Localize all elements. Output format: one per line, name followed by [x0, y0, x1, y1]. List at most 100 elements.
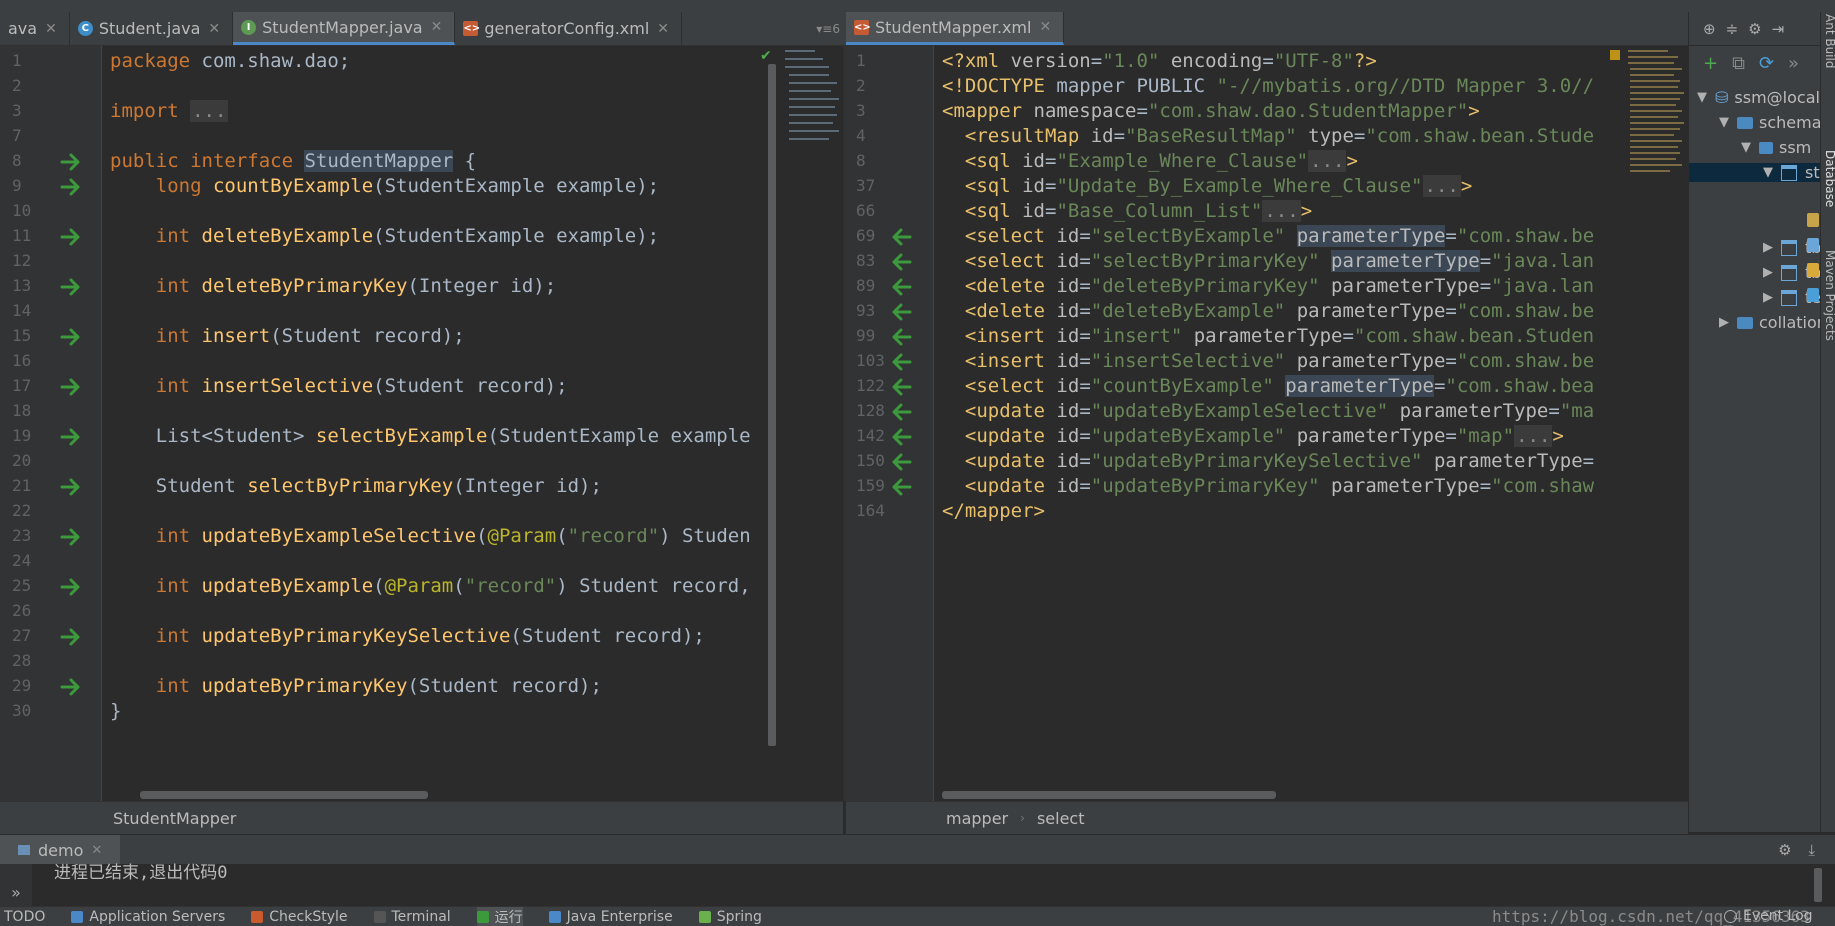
code-line[interactable]: <sql id="Example_Where_Clause"...> [942, 149, 1358, 174]
code-line[interactable]: <mapper namespace="com.shaw.dao.StudentM… [942, 99, 1480, 124]
code-line[interactable]: } [110, 699, 121, 724]
implementation-arrow-icon[interactable] [890, 303, 912, 321]
breadcrumb-item[interactable]: select [1037, 809, 1085, 828]
code-line[interactable]: int updateByExampleSelective(@Param("rec… [110, 524, 751, 549]
tool-window-button[interactable]: 运行 [477, 907, 523, 926]
expand-right-icon[interactable]: ▶ [1763, 265, 1773, 280]
implementation-arrow-icon[interactable] [60, 478, 82, 496]
implementation-arrow-icon[interactable] [60, 428, 82, 446]
code-line[interactable]: <sql id="Base_Column_List"...> [942, 199, 1312, 224]
implementation-arrow-icon[interactable] [60, 678, 82, 696]
gear-icon[interactable]: ⚙ [1778, 841, 1791, 859]
editor-tab[interactable]: CStudent.java✕ [70, 12, 233, 45]
implementation-arrow-icon[interactable] [60, 378, 82, 396]
implementation-arrow-icon[interactable] [890, 453, 912, 471]
code-line[interactable]: int updateByExample(@Param("record") Stu… [110, 574, 751, 599]
expand-icon[interactable]: » [0, 864, 32, 906]
implementation-arrow-icon[interactable] [890, 228, 912, 246]
breadcrumb-item[interactable]: mapper [946, 809, 1008, 828]
maven-projects-tab[interactable]: Maven Projects [1823, 250, 1835, 341]
implementation-arrow-icon[interactable] [60, 578, 82, 596]
expand-down-icon[interactable]: ▼ [1741, 140, 1751, 155]
implementation-arrow-icon[interactable] [890, 353, 912, 371]
code-line[interactable]: <delete id="deleteByPrimaryKey" paramete… [942, 274, 1594, 299]
code-line[interactable]: Student selectByPrimaryKey(Integer id); [110, 474, 602, 499]
close-icon[interactable]: ✕ [431, 19, 443, 35]
code-line[interactable]: <update id="updateByPrimaryKey" paramete… [942, 474, 1594, 499]
close-icon[interactable]: ✕ [45, 21, 57, 37]
left-horizontal-scrollbar[interactable] [140, 791, 428, 799]
minimize-icon[interactable]: ⤓ [1808, 841, 1815, 859]
code-line[interactable]: int deleteByPrimaryKey(Integer id); [110, 274, 556, 299]
add-icon[interactable]: + [1703, 53, 1718, 74]
editor-tab[interactable]: ava✕ [0, 12, 70, 45]
tool-window-button[interactable]: Terminal [374, 909, 451, 925]
implementation-arrow-icon[interactable] [60, 328, 82, 346]
implementation-arrow-icon[interactable] [890, 253, 912, 271]
db-tree-item[interactable]: ▼st [1689, 163, 1821, 182]
db-tree-item[interactable]: ▼schemas [1719, 113, 1821, 132]
tool-window-button[interactable]: Java Enterprise [549, 909, 673, 925]
implementation-arrow-icon[interactable] [60, 278, 82, 296]
expand-right-icon[interactable]: ▶ [1763, 290, 1773, 305]
ant-build-tab[interactable]: Ant Build [1823, 14, 1835, 68]
globe-icon[interactable]: ⊕ [1703, 20, 1716, 38]
close-icon[interactable]: ✕ [208, 21, 220, 37]
expand-down-icon[interactable]: ▼ [1763, 165, 1773, 180]
code-line[interactable]: int deleteByExample(StudentExample examp… [110, 224, 659, 249]
implementation-arrow-icon[interactable] [890, 478, 912, 496]
copy-icon[interactable]: ⧉ [1732, 53, 1745, 74]
code-line[interactable]: <sql id="Update_By_Example_Where_Clause"… [942, 174, 1472, 199]
tool-window-button[interactable]: TODO [4, 909, 45, 925]
code-line[interactable]: long countByExample(StudentExample examp… [110, 174, 659, 199]
code-line[interactable]: <!DOCTYPE mapper PUBLIC "-//mybatis.org/… [942, 74, 1594, 99]
refresh-icon[interactable]: ⟳ [1759, 53, 1774, 74]
close-icon[interactable]: ✕ [657, 21, 669, 37]
code-line[interactable]: int updateByPrimaryKeySelective(Student … [110, 624, 705, 649]
db-tree-item[interactable]: ▶collation [1719, 313, 1821, 332]
code-line[interactable]: <insert id="insertSelective" parameterTy… [942, 349, 1594, 374]
implementation-arrow-icon[interactable] [60, 178, 82, 196]
left-code-editor[interactable]: 1237891011121314151617181920212223242526… [0, 46, 843, 801]
code-line[interactable]: int updateByPrimaryKey(Student record); [110, 674, 602, 699]
output-scrollbar[interactable] [1814, 868, 1822, 902]
right-code-editor[interactable]: 1234837666983899399103122128142150159164… [846, 46, 1688, 801]
editor-tab[interactable]: <>generatorConfig.xml✕ [455, 12, 682, 45]
editor-tab[interactable]: <>StudentMapper.xml✕ [846, 12, 1064, 45]
tool-window-button[interactable]: Application Servers [71, 909, 225, 925]
implementation-arrow-icon[interactable] [60, 228, 82, 246]
implementation-arrow-icon[interactable] [890, 403, 912, 421]
collapse-icon[interactable]: ≑ [1726, 20, 1739, 38]
code-line[interactable]: package com.shaw.dao; [110, 49, 350, 74]
close-icon[interactable]: ✕ [1039, 19, 1051, 35]
code-line[interactable]: <update id="updateByExampleSelective" pa… [942, 399, 1594, 424]
editor-tab[interactable]: IStudentMapper.java✕ [233, 12, 455, 45]
implementation-arrow-icon[interactable] [60, 528, 82, 546]
db-tree-item[interactable]: ▼⛁ssm@locall [1697, 88, 1821, 107]
code-line[interactable]: <select id="countByExample" parameterTyp… [942, 374, 1594, 399]
code-line[interactable]: List<Student> selectByExample(StudentExa… [110, 424, 751, 449]
breadcrumb-item[interactable]: StudentMapper [113, 809, 236, 828]
expand-down-icon[interactable]: ▼ [1719, 115, 1729, 130]
tool-window-button[interactable]: Spring [699, 909, 762, 925]
tool-window-button[interactable]: CheckStyle [251, 909, 347, 925]
warning-marker[interactable] [1610, 50, 1620, 60]
tab-overflow-indicator[interactable]: ▾≡6 [816, 12, 846, 45]
implementation-arrow-icon[interactable] [890, 428, 912, 446]
implementation-arrow-icon[interactable] [60, 153, 82, 171]
more-icon[interactable]: » [1788, 53, 1799, 74]
expand-right-icon[interactable]: ▶ [1763, 240, 1773, 255]
implementation-arrow-icon[interactable] [890, 278, 912, 296]
code-line[interactable]: <insert id="insert" parameterType="com.s… [942, 324, 1594, 349]
code-line[interactable]: <resultMap id="BaseResultMap" type="com.… [942, 124, 1594, 149]
code-line[interactable]: public interface StudentMapper { [110, 149, 476, 174]
right-horizontal-scrollbar[interactable] [942, 791, 1276, 799]
code-line[interactable]: <update id="updateByPrimaryKeySelective"… [942, 449, 1594, 474]
code-line[interactable]: int insertSelective(Student record); [110, 374, 568, 399]
hide-icon[interactable]: ⇥ [1772, 20, 1785, 38]
expand-down-icon[interactable]: ▼ [1697, 90, 1707, 105]
left-vertical-scrollbar[interactable] [768, 64, 776, 746]
implementation-arrow-icon[interactable] [890, 328, 912, 346]
code-line[interactable]: int insert(Student record); [110, 324, 465, 349]
code-line[interactable]: <update id="updateByExample" parameterTy… [942, 424, 1564, 449]
